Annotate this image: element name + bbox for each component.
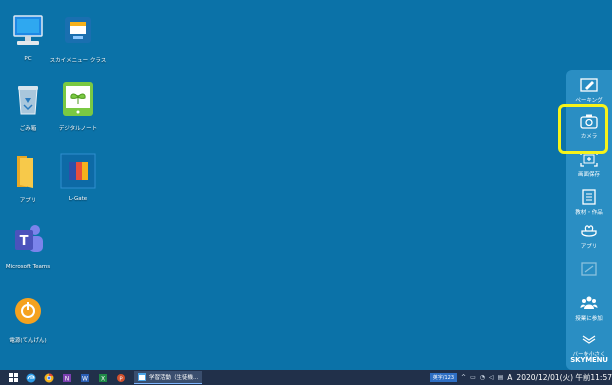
- chrome-icon[interactable]: [40, 370, 58, 385]
- power-icon: [9, 292, 47, 330]
- desktop-icon-label: アプリ: [19, 198, 37, 204]
- desktop-icon-lgate[interactable]: L-Gate: [48, 152, 108, 202]
- svg-text:N: N: [65, 375, 70, 382]
- toolbar-item-label: 画面保存: [577, 172, 600, 178]
- desktop-icon-teams[interactable]: T Microsoft Teams: [0, 220, 58, 270]
- chevron-up-icon[interactable]: ^: [461, 374, 466, 381]
- toolbar-item-apps[interactable]: アプリ: [566, 222, 612, 250]
- pen-icon: [579, 76, 599, 94]
- ime-mode-indicator[interactable]: 英字/123: [429, 373, 458, 382]
- digital-note-icon: [59, 80, 97, 118]
- folder-icon: [9, 152, 47, 190]
- pc-icon: [9, 12, 47, 50]
- onenote-icon[interactable]: N: [58, 370, 76, 385]
- toolbar-item-join-class[interactable]: 授業に参加: [566, 294, 612, 322]
- svg-text:X: X: [101, 375, 105, 382]
- taskbar-clock[interactable]: 2020/12/01(火) 午前11:57: [516, 372, 612, 383]
- desktop-icon-skymenu-class[interactable]: スカイメニュー クラス: [48, 12, 108, 64]
- app-window-icon: [138, 373, 146, 381]
- toolbar-item-marking[interactable]: ペーキング: [566, 76, 612, 104]
- toolbar-item-label: 教材・作品: [575, 210, 603, 216]
- toolbar-item-label: アプリ: [580, 244, 598, 250]
- battery-icon[interactable]: ▭: [470, 374, 476, 381]
- desktop-icon-label: L-Gate: [68, 196, 88, 202]
- taskbar: N W X P 学習活動（生徒機... 英字/123 ^ ▭ ◔ ◁ ▤ A 2…: [0, 370, 612, 385]
- taskbar-active-app[interactable]: 学習活動（生徒機...: [134, 371, 203, 384]
- desktop-icon-digital-note[interactable]: デジタルノート: [48, 80, 108, 132]
- toolbar-item-materials[interactable]: 教材・作品: [566, 188, 612, 216]
- desktop-icon-label: ごみ箱: [19, 126, 37, 132]
- windows-start-icon[interactable]: [4, 370, 22, 385]
- lgate-icon: [59, 152, 97, 190]
- teams-icon: T: [9, 220, 47, 258]
- desktop-icon-label: 電源(てんげん): [9, 338, 47, 344]
- desktop-icon-label: スカイメニュー クラス: [49, 58, 107, 64]
- taskbar-active-app-label: 学習活動（生徒機...: [149, 375, 199, 381]
- desktop-icon-label: PC: [24, 56, 32, 62]
- toolbar-item-label: ペーキング: [575, 98, 603, 104]
- word-icon[interactable]: W: [76, 370, 94, 385]
- svg-text:T: T: [20, 234, 29, 249]
- recycle-bin-icon: [9, 80, 47, 118]
- desktop-icon-label: デジタルノート: [58, 126, 98, 132]
- minimize-bar-icon: [579, 330, 599, 348]
- apps-icon: [579, 222, 599, 240]
- desktop-icon-power[interactable]: 電源(てんげん): [0, 292, 58, 344]
- disabled-tool-icon: [579, 260, 599, 278]
- excel-icon[interactable]: X: [94, 370, 112, 385]
- camera-highlight-box: [558, 104, 608, 154]
- toolbar-item-disabled: [566, 260, 612, 280]
- system-tray: 英字/123 ^ ▭ ◔ ◁ ▤ A 2020/12/01(火) 午前11:57: [429, 370, 612, 385]
- network-icon[interactable]: ◔: [480, 374, 485, 381]
- skymenu-class-icon: [59, 12, 97, 50]
- toolbar-item-minimize-bar[interactable]: バーを小さく: [566, 330, 612, 358]
- skymenu-brand-label: SKYMENU: [570, 356, 608, 364]
- input-mode-indicator[interactable]: A: [507, 373, 512, 382]
- svg-text:W: W: [82, 375, 88, 382]
- join-class-icon: [579, 294, 599, 312]
- materials-icon: [579, 188, 599, 206]
- powerpoint-icon[interactable]: P: [112, 370, 130, 385]
- volume-icon[interactable]: ◁: [489, 374, 494, 381]
- desktop-icon-label: Microsoft Teams: [5, 264, 51, 270]
- toolbar-item-screen-save[interactable]: 画面保存: [566, 150, 612, 178]
- edge-icon[interactable]: [22, 370, 40, 385]
- toolbar-item-label: 授業に参加: [575, 316, 603, 322]
- keyboard-icon[interactable]: ▤: [498, 374, 504, 381]
